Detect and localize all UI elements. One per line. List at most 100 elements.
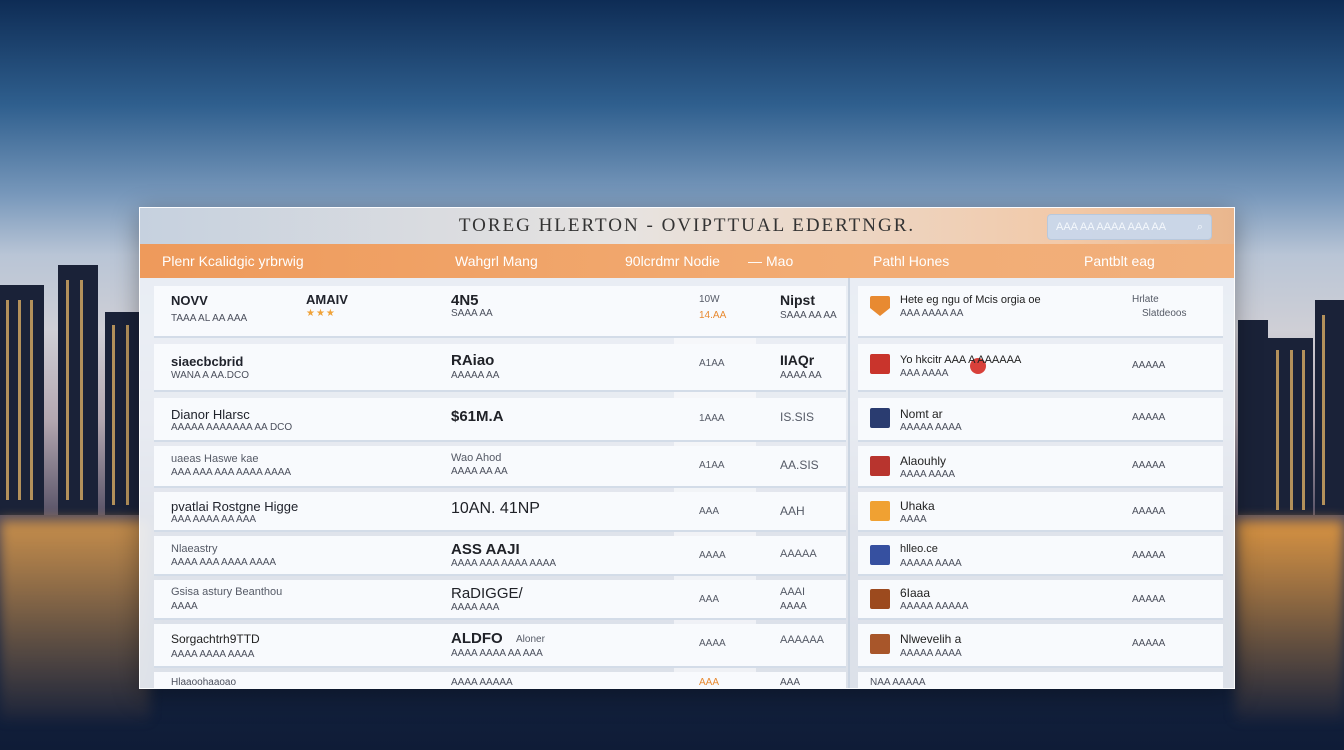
table-row[interactable]: NOVV TAAA AL AA AAA AMAIV ★★★ 4N5 SAAA A… bbox=[154, 286, 846, 338]
row-tag-sub: AAAA AA bbox=[780, 370, 822, 381]
row-name: Dianor Hlarsc bbox=[171, 407, 250, 422]
hotel-action[interactable]: AAAAA bbox=[1132, 460, 1165, 471]
header-col-hotels[interactable]: Pathl Hones bbox=[873, 244, 949, 278]
header-col-property[interactable]: Plenr Kcalidgic yrbrwig bbox=[162, 244, 304, 278]
header-col-options[interactable]: Pantblt eag bbox=[1084, 244, 1155, 278]
table-row[interactable]: pvatlai Rostgne Higge AAA AAAA AA AAA 10… bbox=[154, 492, 846, 532]
row-tag: AAAI bbox=[780, 586, 806, 598]
hotel-sub: AAAA bbox=[900, 514, 927, 525]
light-glow-left bbox=[0, 520, 150, 720]
hotel-row[interactable]: Hete eg ngu of Mcis orgia oe AAA AAAA AA… bbox=[858, 286, 1223, 338]
table-header: Plenr Kcalidgic yrbrwig Wahgrl Mang 90lc… bbox=[140, 244, 1234, 278]
hotel-row[interactable]: NAA AAAAA bbox=[858, 672, 1223, 688]
table-row[interactable]: siaecbcbrid WANA A AA.DCO RAiao AAAAA AA… bbox=[154, 344, 846, 392]
row-name: Sorgachtrh9TTD bbox=[171, 632, 260, 646]
row-sub: AAAA AAAA AAAA bbox=[171, 649, 255, 660]
row-tag-sub: SAAA AA AA bbox=[780, 310, 837, 321]
light-glow-right bbox=[1235, 520, 1344, 720]
hotel-sub: AAAAA AAAAA bbox=[900, 601, 969, 612]
hotel-row[interactable]: Uhaka AAAA AAAAA bbox=[858, 492, 1223, 532]
hotel-thumb-icon bbox=[870, 589, 890, 609]
hotel-name: 6Iaaa bbox=[900, 586, 931, 600]
hotel-action[interactable]: AAAAA bbox=[1132, 638, 1165, 649]
hotel-name: Nomt ar bbox=[900, 407, 943, 421]
row-qty: AAA bbox=[699, 506, 720, 517]
table-row[interactable]: Gsisa astury Beanthou AAAA RaDIGGE/ AAAA… bbox=[154, 580, 846, 620]
table-row[interactable]: Hlaaoohaaoao AAAA AAAAA AAA AAA bbox=[154, 672, 846, 688]
hotel-action[interactable]: Hrlate bbox=[1132, 294, 1159, 305]
row-qty: 10W bbox=[699, 294, 720, 305]
row-price: $61M.A bbox=[451, 408, 504, 425]
search-icon[interactable]: ⌕ bbox=[1197, 221, 1203, 234]
hotel-row[interactable]: Nomt ar AAAAA AAAA AAAAA bbox=[858, 398, 1223, 442]
row-sub: TAAA AL AA AAA bbox=[171, 313, 248, 324]
header-col-sep: — bbox=[748, 253, 762, 269]
header-col-node[interactable]: 90lcrdmr Nodie bbox=[625, 244, 720, 278]
table-row[interactable]: uaeas Haswe kae AAA AAA AAA AAAA AAAA Wa… bbox=[154, 446, 846, 488]
hotel-name: Nlwevelih a bbox=[900, 632, 962, 646]
row-price: ALDFO bbox=[451, 630, 503, 647]
table-row[interactable]: Nlaeastry AAAA AAA AAAA AAAA ASS AAJI AA… bbox=[154, 536, 846, 576]
hotel-action[interactable]: AAAAA bbox=[1132, 594, 1165, 605]
row-price-sub: SAAA AA bbox=[451, 308, 493, 319]
hotel-row[interactable]: Yo hkcitr AAA A AAAAAA AAA AAAA AAAAA bbox=[858, 344, 1223, 392]
row-price-sub: AAAA AA AA bbox=[451, 466, 508, 477]
row-sub: AAAAA AAAAAAA AA DCO bbox=[171, 422, 293, 433]
title-bar: TOREG HLERTON - OVIPTTUAL EDERTNGR. ⌕ bbox=[140, 208, 1234, 244]
row-tag: IS.SIS bbox=[780, 410, 815, 424]
window-title: TOREG HLERTON - OVIPTTUAL EDERTNGR. bbox=[458, 215, 916, 236]
table-row[interactable]: Sorgachtrh9TTD AAAA AAAA AAAA ALDFO Alon… bbox=[154, 624, 846, 668]
row-qty: AAAA bbox=[699, 550, 726, 561]
row-sub: WANA A AA.DCO bbox=[171, 370, 249, 381]
row-price: AAAA AAAAA bbox=[451, 677, 513, 688]
hotel-sub: AAAAA AAAA bbox=[900, 648, 962, 659]
search-box[interactable]: ⌕ bbox=[1047, 214, 1212, 240]
row-price-sub: AAAA AAAA AA AAA bbox=[451, 648, 543, 659]
row-qty: A1AA bbox=[699, 460, 725, 471]
row-price-sub: AAAAA AA bbox=[451, 370, 500, 381]
star-rating: ★★★ bbox=[306, 308, 336, 319]
hotel-action[interactable]: AAAAA bbox=[1132, 550, 1165, 561]
row-price: ASS AAJI bbox=[451, 541, 520, 558]
row-price: Wao Ahod bbox=[451, 452, 502, 464]
hotel-action[interactable]: AAAAA bbox=[1132, 506, 1165, 517]
hotel-action[interactable]: AAAAA bbox=[1132, 412, 1165, 423]
section-divider bbox=[848, 278, 850, 688]
hotel-thumb-icon bbox=[870, 545, 890, 565]
hotel-thumb-icon bbox=[870, 354, 890, 374]
hotel-row[interactable]: Alaouhly AAAA AAAA AAAAA bbox=[858, 446, 1223, 488]
row-name: Gsisa astury Beanthou bbox=[171, 586, 283, 598]
row-qty: A1AA bbox=[699, 358, 725, 369]
row-name: uaeas Haswe kae bbox=[171, 453, 259, 465]
row-tag: AAA bbox=[780, 677, 801, 688]
hotel-thumb-icon bbox=[870, 296, 890, 316]
header-col-map[interactable]: Mao bbox=[766, 244, 793, 278]
hotel-row[interactable]: hlleo.ce AAAAA AAAA AAAAA bbox=[858, 536, 1223, 576]
row-qty-sub: 14.AA bbox=[699, 310, 727, 321]
search-input[interactable] bbox=[1056, 221, 1193, 233]
hotel-name: hlleo.ce bbox=[900, 543, 938, 555]
row-tag: IIAQr bbox=[780, 352, 815, 368]
row-sub: AAAA bbox=[171, 601, 198, 612]
row-sub: AAA AAA AAA AAAA AAAA bbox=[171, 467, 292, 478]
hotel-row[interactable]: 6Iaaa AAAAA AAAAA AAAAA bbox=[858, 580, 1223, 620]
hotel-action[interactable]: AAAAA bbox=[1132, 360, 1165, 371]
header-col-rating[interactable]: Wahgrl Mang bbox=[455, 244, 538, 278]
row-sub: AAAA AAA AAAA AAAA bbox=[171, 557, 277, 568]
hotels-list: Hete eg ngu of Mcis orgia oe AAA AAAA AA… bbox=[858, 286, 1223, 688]
hotel-row[interactable]: Nlwevelih a AAAAA AAAA AAAAA bbox=[858, 624, 1223, 668]
row-sub: AAA AAAA AA AAA bbox=[171, 514, 257, 525]
row-price-sub: AAAA AAA bbox=[451, 602, 500, 613]
hotel-action-sub[interactable]: Slatdeoos bbox=[1142, 308, 1186, 319]
results-table: NOVV TAAA AL AA AAA AMAIV ★★★ 4N5 SAAA A… bbox=[154, 286, 846, 688]
hotel-name: Alaouhly bbox=[900, 454, 947, 468]
row-qty: AAA bbox=[699, 677, 720, 688]
row-qty: AAA bbox=[699, 594, 720, 605]
hotel-thumb-icon bbox=[870, 634, 890, 654]
booking-window: TOREG HLERTON - OVIPTTUAL EDERTNGR. ⌕ Pl… bbox=[139, 207, 1235, 689]
row-name: Hlaaoohaaoao bbox=[171, 677, 237, 688]
table-row[interactable]: Dianor Hlarsc AAAAA AAAAAAA AA DCO $61M.… bbox=[154, 398, 846, 442]
hotel-name: Uhaka bbox=[900, 499, 935, 513]
hotel-sub: AAAA AAAA bbox=[900, 469, 956, 480]
row-name: Nlaeastry bbox=[171, 543, 218, 555]
